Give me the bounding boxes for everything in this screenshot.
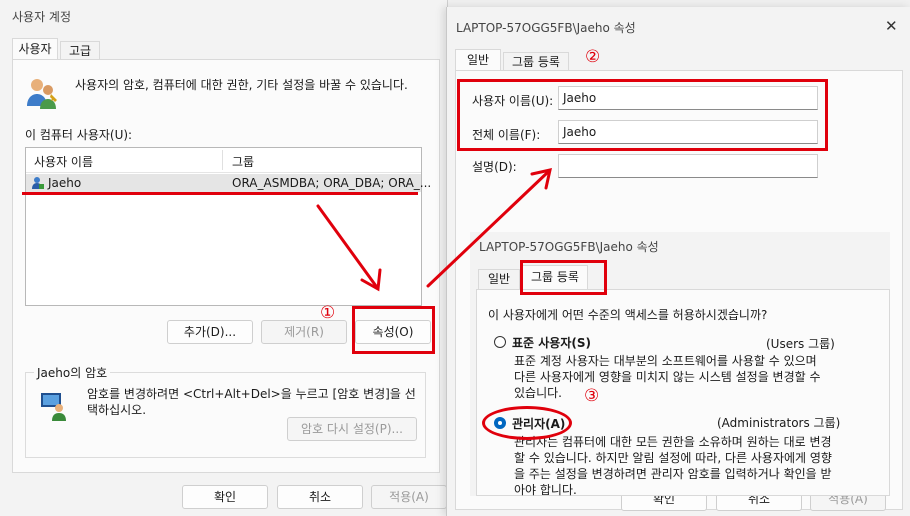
arrow-to-fields xyxy=(426,170,550,288)
annotation-arrows xyxy=(316,168,552,292)
arrow-to-properties xyxy=(316,204,378,288)
